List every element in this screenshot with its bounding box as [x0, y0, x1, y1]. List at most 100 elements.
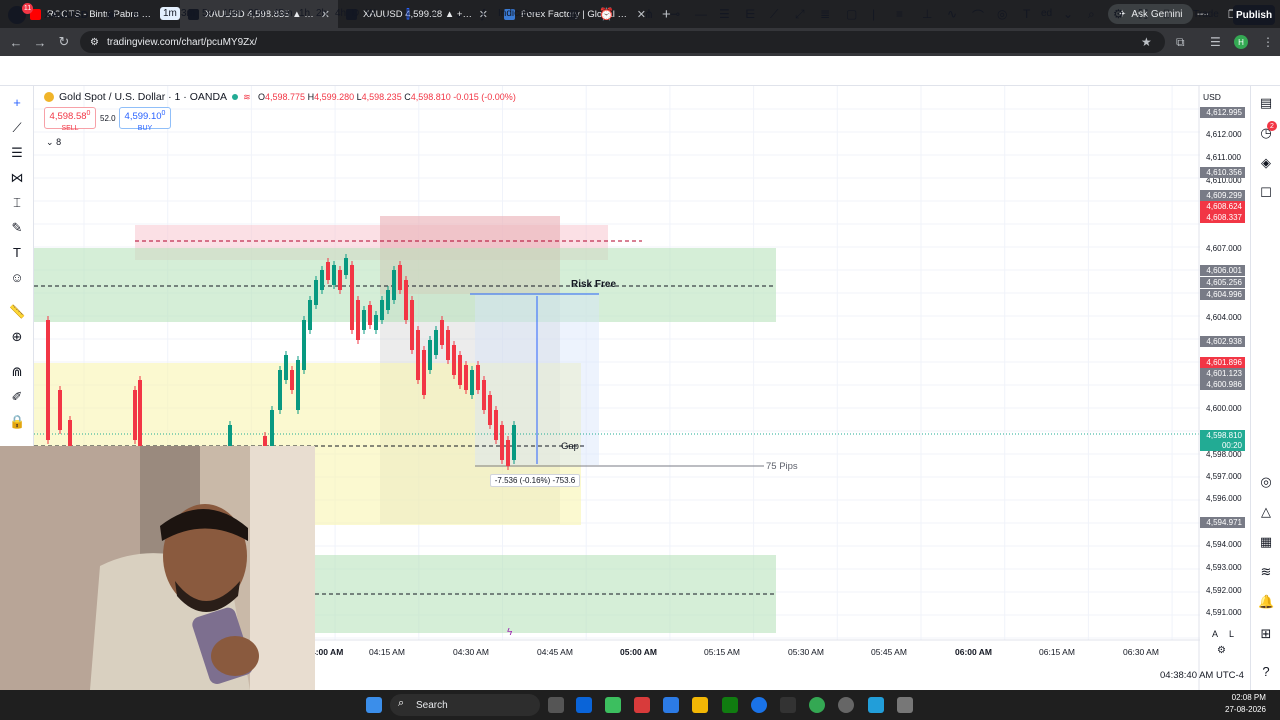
extensions-icon[interactable]: ⧉: [1176, 28, 1185, 56]
indicators-button[interactable]: Indicators: [498, 8, 541, 19]
timezone-clock[interactable]: 04:38:40 AM UTC-4: [1160, 670, 1244, 681]
axis-settings-gear-icon[interactable]: ⚙: [1217, 645, 1226, 656]
text-annotation-icon[interactable]: T: [9, 245, 25, 260]
crosshair-icon[interactable]: +: [9, 95, 25, 110]
watch-symbol-icon[interactable]: ◉: [106, 7, 116, 21]
chrome-icon[interactable]: [751, 697, 767, 713]
telegram-icon[interactable]: [868, 697, 884, 713]
rectangle-tool-icon[interactable]: ▢: [846, 7, 857, 21]
lightning-event-icon[interactable]: ϟ: [507, 627, 512, 638]
chart-type-chevron-icon[interactable]: ⌄: [454, 7, 464, 21]
broadcast-icon[interactable]: ≋: [1258, 564, 1274, 580]
a-app-icon[interactable]: [663, 697, 679, 713]
reload-icon[interactable]: ↻: [52, 34, 76, 50]
indicators-collapse-toggle[interactable]: ⌄ 8: [46, 137, 61, 148]
gap-label[interactable]: Gap: [561, 441, 579, 452]
taskbar-search[interactable]: Search: [390, 694, 540, 716]
settings-gear-icon[interactable]: ⚙: [1113, 7, 1124, 21]
calendar-icon[interactable]: ▦: [1258, 534, 1274, 550]
circle-tool-icon[interactable]: ◎: [997, 7, 1007, 21]
interval-2h[interactable]: 2h: [316, 8, 327, 19]
settings-app-icon[interactable]: [838, 697, 854, 713]
apps-grid-icon[interactable]: ⊞: [1258, 626, 1274, 642]
trendline-tool-icon[interactable]: ⟋: [9, 120, 25, 136]
help-icon[interactable]: ?: [1258, 664, 1274, 679]
interval-15m[interactable]: 15m: [223, 8, 242, 19]
alert-icon[interactable]: ⏰: [599, 7, 614, 21]
browser-menu-icon[interactable]: ⋮: [1262, 28, 1274, 56]
compare-plus-icon[interactable]: ⊕: [131, 7, 141, 21]
text-tool-icon[interactable]: T: [1023, 7, 1030, 21]
sell-button[interactable]: 4,598.580 SELL: [44, 107, 96, 132]
triangle-icon[interactable]: △: [1258, 504, 1274, 520]
system-clock[interactable]: 02:08 PM 27-08-2026: [1225, 692, 1266, 716]
vertical-line-icon[interactable]: |: [872, 7, 875, 21]
store-icon[interactable]: [605, 697, 621, 713]
interval-1h[interactable]: 1h: [299, 8, 310, 19]
stay-drawing-icon[interactable]: ✐: [9, 389, 25, 405]
task-view-icon[interactable]: [548, 697, 564, 713]
windows-start-icon[interactable]: [366, 697, 382, 713]
interval-5m[interactable]: 5m: [202, 8, 216, 19]
candle-chart-type-icon[interactable]: ⫿: [406, 7, 410, 22]
parallel-channel-icon[interactable]: ☰: [719, 7, 730, 21]
risk-free-label[interactable]: Risk Free: [571, 279, 616, 290]
fib-channel-icon[interactable]: ≡: [896, 7, 903, 21]
xbox-icon[interactable]: [722, 697, 738, 713]
watchlist-icon[interactable]: ▤: [1258, 95, 1274, 111]
pips-label[interactable]: 75 Pips: [766, 461, 798, 472]
pitchfork-tool-icon[interactable]: ⋔: [644, 7, 654, 21]
currency-label[interactable]: USD: [1203, 92, 1221, 102]
bell-icon[interactable]: 🔔: [1258, 594, 1274, 610]
trend-line-icon[interactable]: ⟋: [770, 7, 778, 22]
magnet-icon[interactable]: ⋒: [9, 364, 25, 380]
forward-arrow-icon[interactable]: →: [28, 35, 52, 50]
cross-line-icon[interactable]: ⊥: [922, 7, 932, 21]
l-app-icon[interactable]: [634, 697, 650, 713]
url-omnibox[interactable]: ⚙ tradingview.com/chart/pcuMY9Zx/: [80, 31, 1165, 53]
browser-tab[interactable]: XAUUSD 4,599.28 ▲ +0.1% Un✕: [338, 0, 496, 28]
layouts-grid-icon[interactable]: ▦: [568, 7, 579, 21]
pattern-tools-icon[interactable]: ⋈: [9, 170, 25, 186]
publish-button[interactable]: Publish: [1233, 5, 1275, 25]
fullscreen-icon[interactable]: ⛶: [1139, 7, 1147, 22]
chrome-profile-icon[interactable]: [809, 697, 825, 713]
back-arrow-icon[interactable]: ←: [4, 35, 28, 50]
file-explorer-icon[interactable]: [692, 697, 708, 713]
regression-trend-icon[interactable]: ⋿: [745, 7, 755, 21]
interval-W[interactable]: W: [366, 8, 375, 19]
profile-avatar[interactable]: H: [1234, 35, 1248, 49]
site-info-icon[interactable]: ⚙: [90, 37, 99, 48]
ruler-icon[interactable]: 📏: [9, 304, 25, 320]
horizontal-line-icon[interactable]: —: [695, 7, 707, 21]
interval-30m[interactable]: 30m: [248, 8, 267, 19]
symbol-search[interactable]: XAUUSD: [44, 9, 88, 21]
indicators-icon[interactable]: ⨍: [480, 7, 486, 21]
elliott-wave-icon[interactable]: ∿: [947, 7, 957, 21]
emoji-icon[interactable]: ☺: [9, 270, 25, 285]
extended-line-icon[interactable]: ⤢: [795, 7, 805, 22]
snapshot-camera-icon[interactable]: ⌷: [1163, 7, 1170, 22]
lock-icon[interactable]: 🔒: [9, 414, 25, 430]
reading-list-icon[interactable]: ☰: [1210, 28, 1221, 56]
trade-button[interactable]: Trade: [1193, 9, 1219, 20]
horizontal-ray-icon[interactable]: ⊸: [670, 7, 680, 21]
toolbar-chevron-icon[interactable]: ⌄: [1063, 7, 1073, 21]
interval-1m[interactable]: 1m: [160, 7, 180, 20]
aa-app-icon[interactable]: [780, 697, 796, 713]
interval-45m[interactable]: 45m: [273, 8, 292, 19]
forecasting-tools-icon[interactable]: ⌶: [9, 195, 25, 211]
outlook-icon[interactable]: [576, 697, 592, 713]
interval-4h[interactable]: 4h: [335, 8, 346, 19]
fib-tools-icon[interactable]: ☰: [9, 145, 25, 161]
buy-button[interactable]: 4,599.100 BUY: [119, 107, 171, 132]
zoom-in-icon[interactable]: ⊕: [9, 329, 25, 345]
curve-tool-icon[interactable]: ⌒: [972, 7, 984, 24]
gear-app-icon[interactable]: [897, 697, 913, 713]
bookmark-star-icon[interactable]: ★: [1141, 28, 1152, 56]
target-icon[interactable]: ◎: [1258, 474, 1274, 490]
auto-scale-toggle[interactable]: A: [1212, 629, 1218, 639]
interval-D[interactable]: D: [352, 8, 359, 19]
chat-icon[interactable]: ☐: [1258, 185, 1274, 201]
zoom-icon[interactable]: ⌕: [1088, 7, 1095, 22]
